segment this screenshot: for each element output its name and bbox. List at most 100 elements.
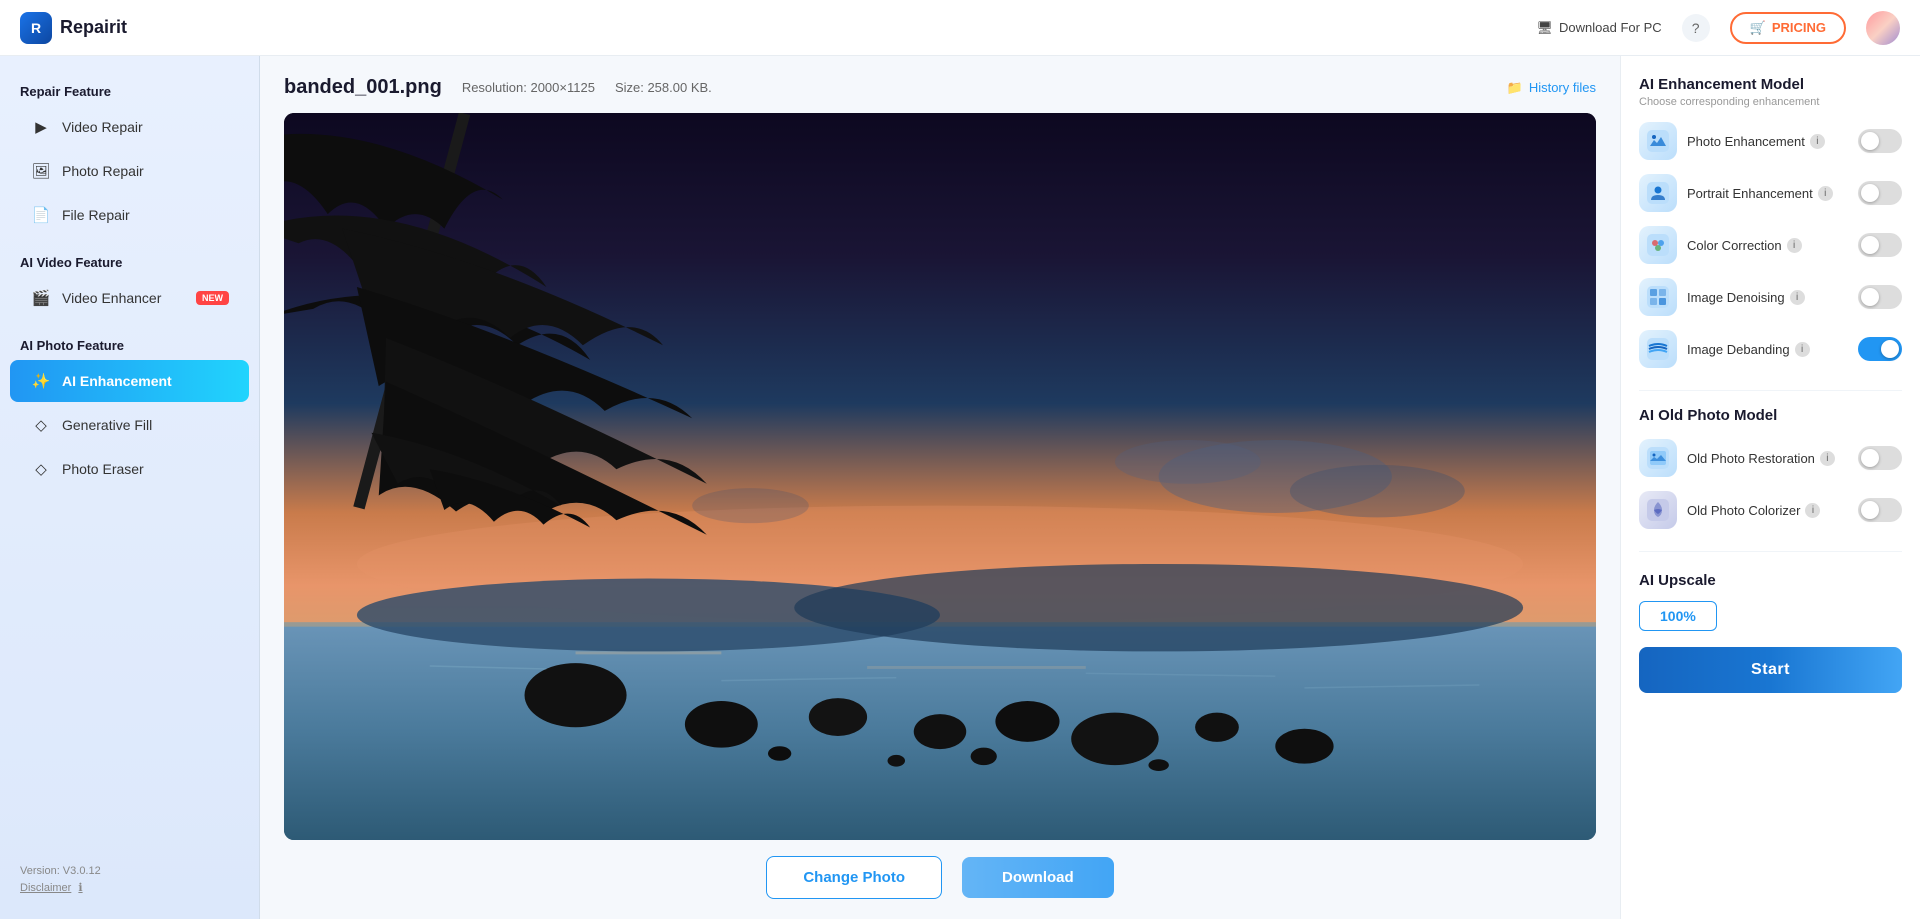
color-correction-toggle[interactable]: [1858, 233, 1902, 257]
image-debanding-icon-box: [1639, 330, 1677, 368]
old-photo-colorizer-toggle[interactable]: [1858, 498, 1902, 522]
photo-enhancement-icon-box: [1639, 122, 1677, 160]
image-denoising-track: [1858, 285, 1902, 309]
header: R Repairit 🖥 Download For PC ? 🛒 PRICING: [0, 0, 1920, 56]
ai-photo-section-label: AI Photo Feature: [0, 330, 259, 359]
start-button[interactable]: Start: [1639, 647, 1902, 693]
download-pc-label: Download For PC: [1559, 20, 1662, 35]
right-panel: AI Enhancement Model Choose correspondin…: [1620, 56, 1920, 919]
photo-enhancement-row: Photo Enhancement i: [1639, 122, 1902, 160]
color-correction-icon-box: [1639, 226, 1677, 264]
file-info-bar: banded_001.png Resolution: 2000×1125 Siz…: [284, 76, 1596, 99]
photo-eraser-icon: ◇: [30, 458, 52, 480]
color-correction-track: [1858, 233, 1902, 257]
pricing-label: PRICING: [1772, 20, 1826, 35]
portrait-enhancement-row: Portrait Enhancement i: [1639, 174, 1902, 212]
file-size: Size: 258.00 KB.: [615, 80, 712, 95]
panel-divider-2: [1639, 551, 1902, 552]
image-debanding-label: Image Debanding: [1687, 342, 1790, 357]
image-debanding-thumb: [1881, 340, 1899, 358]
image-denoising-label: Image Denoising: [1687, 290, 1785, 305]
old-photo-colorizer-label-wrap: Old Photo Colorizer i: [1687, 503, 1848, 518]
avatar[interactable]: [1866, 11, 1900, 45]
old-photo-colorizer-track: [1858, 498, 1902, 522]
file-repair-icon: 📄: [30, 204, 52, 226]
image-debanding-toggle[interactable]: [1858, 337, 1902, 361]
file-resolution: Resolution: 2000×1125: [462, 80, 595, 95]
image-debanding-track: [1858, 337, 1902, 361]
color-correction-label: Color Correction: [1687, 238, 1782, 253]
file-repair-label: File Repair: [62, 207, 130, 223]
ai-enhancement-label: AI Enhancement: [62, 373, 172, 389]
portrait-enhancement-icon-box: [1639, 174, 1677, 212]
header-right: 🖥 Download For PC ? 🛒 PRICING: [1537, 11, 1900, 45]
old-photo-restoration-track: [1858, 446, 1902, 470]
old-photo-restoration-label-wrap: Old Photo Restoration i: [1687, 451, 1848, 466]
sidebar-item-generative-fill[interactable]: ◇ Generative Fill: [10, 404, 249, 446]
color-correction-row: Color Correction i: [1639, 226, 1902, 264]
sidebar-item-photo-eraser[interactable]: ◇ Photo Eraser: [10, 448, 249, 490]
change-photo-button[interactable]: Change Photo: [766, 856, 942, 899]
video-repair-label: Video Repair: [62, 119, 143, 135]
photo-enhancement-track: [1858, 129, 1902, 153]
image-denoising-icon-box: [1639, 278, 1677, 316]
download-pc-button[interactable]: 🖥 Download For PC: [1537, 20, 1662, 36]
portrait-enhancement-info[interactable]: i: [1818, 186, 1833, 201]
image-denoising-label-wrap: Image Denoising i: [1687, 290, 1848, 305]
sidebar: Repair Feature ▶ Video Repair 🖼 Photo Re…: [0, 56, 260, 919]
video-enhancer-label: Video Enhancer: [62, 290, 161, 306]
sidebar-bottom: Version: V3.0.12 Disclaimer ℹ: [0, 850, 259, 899]
photo-enhancement-label: Photo Enhancement: [1687, 134, 1805, 149]
image-debanding-row: Image Debanding i: [1639, 330, 1902, 368]
image-denoising-info[interactable]: i: [1790, 290, 1805, 305]
upscale-section: AI Upscale 100%: [1639, 572, 1902, 647]
file-name: banded_001.png: [284, 76, 442, 99]
history-files-button[interactable]: 📁 History files: [1507, 80, 1596, 96]
old-photo-restoration-label: Old Photo Restoration: [1687, 451, 1815, 466]
old-photo-colorizer-icon-box: [1639, 491, 1677, 529]
sidebar-item-video-enhancer[interactable]: 🎬 Video Enhancer NEW: [10, 277, 249, 319]
color-correction-label-wrap: Color Correction i: [1687, 238, 1848, 253]
sidebar-item-photo-repair[interactable]: 🖼 Photo Repair: [10, 150, 249, 192]
sidebar-item-file-repair[interactable]: 📄 File Repair: [10, 194, 249, 236]
disclaimer-link[interactable]: Disclaimer: [20, 882, 71, 894]
ai-enhancement-title: AI Enhancement Model: [1639, 76, 1902, 93]
image-debanding-info[interactable]: i: [1795, 342, 1810, 357]
color-correction-thumb: [1861, 236, 1879, 254]
old-photo-restoration-info[interactable]: i: [1820, 451, 1835, 466]
portrait-enhancement-track: [1858, 181, 1902, 205]
old-photo-colorizer-label: Old Photo Colorizer: [1687, 503, 1800, 518]
upscale-value[interactable]: 100%: [1639, 601, 1717, 631]
sidebar-item-video-repair[interactable]: ▶ Video Repair: [10, 106, 249, 148]
image-denoising-toggle[interactable]: [1858, 285, 1902, 309]
image-debanding-label-wrap: Image Debanding i: [1687, 342, 1848, 357]
repair-section-label: Repair Feature: [0, 76, 259, 105]
logo: R Repairit: [20, 12, 127, 44]
portrait-enhancement-thumb: [1861, 184, 1879, 202]
old-photo-colorizer-info[interactable]: i: [1805, 503, 1820, 518]
old-photo-restoration-toggle[interactable]: [1858, 446, 1902, 470]
color-correction-info[interactable]: i: [1787, 238, 1802, 253]
ai-video-section-label: AI Video Feature: [0, 247, 259, 276]
portrait-enhancement-toggle[interactable]: [1858, 181, 1902, 205]
photo-enhancement-thumb: [1861, 132, 1879, 150]
old-photo-colorizer-thumb: [1861, 501, 1879, 519]
monitor-icon: 🖥: [1537, 20, 1554, 36]
portrait-enhancement-label: Portrait Enhancement: [1687, 186, 1813, 201]
old-photo-restoration-thumb: [1861, 449, 1879, 467]
download-button[interactable]: Download: [962, 857, 1114, 898]
photo-enhancement-info[interactable]: i: [1810, 134, 1825, 149]
sidebar-item-ai-enhancement[interactable]: ✨ AI Enhancement: [10, 360, 249, 402]
pricing-button[interactable]: 🛒 PRICING: [1730, 12, 1846, 44]
ai-enhancement-subtitle: Choose corresponding enhancement: [1639, 96, 1902, 108]
help-icon[interactable]: ?: [1682, 14, 1710, 42]
photo-enhancement-toggle[interactable]: [1858, 129, 1902, 153]
landscape-svg: [284, 113, 1596, 840]
image-denoising-thumb: [1861, 288, 1879, 306]
generative-fill-icon: ◇: [30, 414, 52, 436]
logo-icon: R: [20, 12, 52, 44]
photo-repair-icon: 🖼: [30, 160, 52, 182]
main-layout: Repair Feature ▶ Video Repair 🖼 Photo Re…: [0, 56, 1920, 919]
content-area: banded_001.png Resolution: 2000×1125 Siz…: [260, 56, 1620, 919]
cart-icon: 🛒: [1750, 20, 1766, 36]
